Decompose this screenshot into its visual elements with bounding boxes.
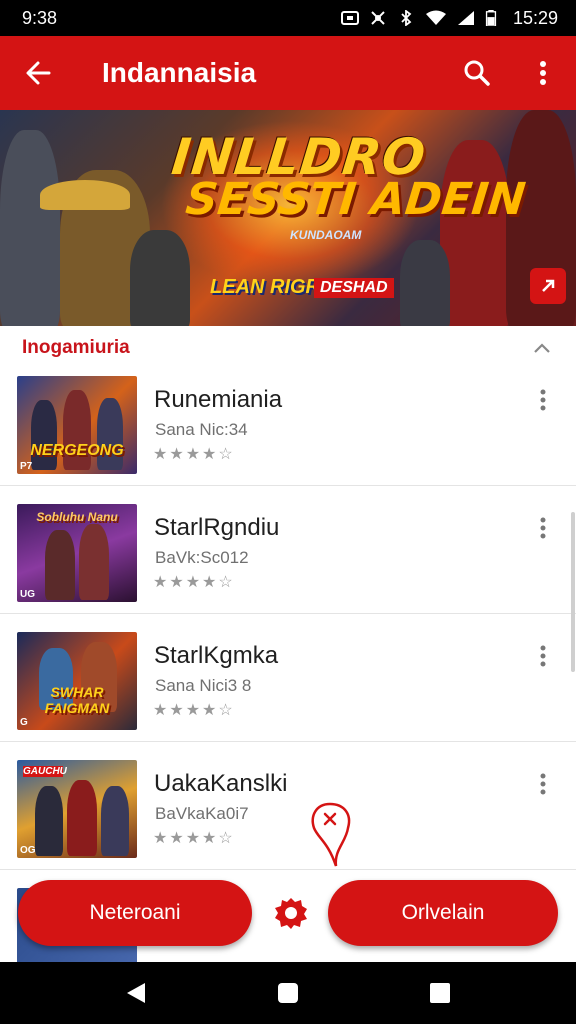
- app-bar: Indannaisia: [0, 36, 576, 110]
- game-subtitle: BaVk:Sc012: [155, 548, 249, 567]
- thumbnail-title: GAUCHU: [23, 766, 67, 777]
- status-icons: 15:29: [340, 7, 558, 29]
- game-thumbnail: NERGEONG P7: [17, 376, 137, 474]
- item-more-button[interactable]: [528, 766, 558, 802]
- game-name: UakaKanslki: [154, 770, 288, 797]
- rating-stars: ★★★★☆: [153, 574, 235, 591]
- gear-icon: [275, 898, 307, 929]
- settings-button[interactable]: [270, 892, 312, 934]
- overflow-menu-icon: [540, 517, 546, 539]
- thumbnail-corner: G: [20, 717, 28, 728]
- games-section: Inogamiuria NERGEONG P7 Runemiania Sana …: [0, 326, 576, 986]
- game-thumbnail: GAUCHU OG: [17, 760, 137, 858]
- game-subtitle: BaVkaKa0i7: [155, 804, 249, 823]
- item-more-button[interactable]: [528, 382, 558, 418]
- close-callout-icon[interactable]: [306, 800, 354, 870]
- status-bar: 9:38 15:29: [0, 0, 576, 36]
- left-action-button[interactable]: Neteroani: [18, 880, 252, 946]
- screen: 9:38 15:29 Indannaisia INLLDRO SESSTI AD…: [0, 0, 576, 1024]
- rating-stars: ★★★★☆: [153, 830, 235, 847]
- banner-hero-4: [130, 230, 190, 326]
- home-square-icon: [278, 983, 298, 1003]
- thumbnail-title: NERGEONG: [30, 442, 124, 459]
- recents-square-icon: [430, 983, 450, 1003]
- game-thumbnail: Sobluhu Nanu UG: [17, 504, 137, 602]
- signal-icon: [457, 11, 474, 25]
- thumbnail-corner: OG: [20, 845, 36, 856]
- banner-logo-line2: SESSTI ADEIN: [183, 174, 528, 225]
- item-more-button[interactable]: [528, 510, 558, 546]
- overflow-menu-icon: [540, 645, 546, 667]
- thumbnail-corner: P7: [20, 461, 33, 472]
- scrollbar[interactable]: [571, 512, 575, 672]
- page-title: Indannaisia: [102, 57, 257, 88]
- section-title: Inogamiuria: [22, 337, 130, 358]
- back-button[interactable]: [0, 36, 76, 110]
- overflow-menu-icon: [540, 389, 546, 411]
- nav-home-button[interactable]: [268, 973, 308, 1013]
- chevron-right-icon: [542, 279, 555, 292]
- bluetooth-icon: [401, 10, 412, 26]
- game-thumbnail: SWHAR FAIGMAN G: [17, 632, 137, 730]
- mute-icon: [371, 11, 385, 25]
- list-item[interactable]: NERGEONG P7 Runemiania Sana Nic:34 ★★★★☆: [0, 358, 576, 486]
- list-item[interactable]: GAUCHU OG UakaKanslki BaVkaKa0i7 ★★★★☆: [0, 742, 576, 870]
- cast-icon: [340, 11, 359, 25]
- navigation-bar: [0, 962, 576, 1024]
- chevron-up-icon: [534, 343, 550, 353]
- thumbnail-title: SWHAR FAIGMAN: [44, 684, 110, 716]
- banner-next-button[interactable]: [530, 268, 566, 304]
- game-name: StarlKgmka: [154, 642, 279, 669]
- featured-banner[interactable]: INLLDRO SESSTI ADEIN KUNDAOAM LEAN RIGRA…: [0, 110, 576, 326]
- thumbnail-title: Sobluhu Nanu: [36, 510, 118, 524]
- wifi-icon: [425, 10, 446, 25]
- banner-subtag: KUNDAOAM: [290, 228, 362, 242]
- right-action-button[interactable]: Orlvelain: [328, 880, 558, 946]
- banner-hero-3: [40, 180, 130, 210]
- overflow-menu-icon: [540, 61, 546, 85]
- banner-hero-5: [440, 140, 510, 326]
- list-item[interactable]: Sobluhu Nanu UG StarlRgndiu BaVk:Sc012 ★…: [0, 486, 576, 614]
- nav-recents-button[interactable]: [420, 973, 460, 1013]
- thumbnail-corner: UG: [20, 589, 35, 600]
- status-time-left: 9:38: [22, 7, 58, 28]
- game-subtitle: Sana Nic:34: [155, 420, 248, 439]
- item-more-button[interactable]: [528, 638, 558, 674]
- game-subtitle: Sana Nici3 8: [155, 676, 252, 695]
- overflow-menu-button[interactable]: [510, 36, 576, 110]
- game-name: StarlRgndiu: [154, 514, 280, 541]
- banner-tag-red: DESHAD: [314, 278, 394, 298]
- rating-stars: ★★★★☆: [153, 702, 235, 719]
- overflow-menu-icon: [540, 773, 546, 795]
- nav-back-button[interactable]: [116, 973, 156, 1013]
- battery-icon: [485, 10, 497, 26]
- search-icon: [464, 60, 490, 86]
- status-time-right: 15:29: [512, 7, 558, 28]
- game-name: Runemiania: [154, 386, 283, 413]
- collapse-button[interactable]: [530, 336, 554, 360]
- banner-hero-7: [400, 240, 450, 326]
- search-button[interactable]: [444, 36, 510, 110]
- list-item[interactable]: SWHAR FAIGMAN G StarlKgmka Sana Nici3 8 …: [0, 614, 576, 742]
- banner-hero-1: [0, 130, 60, 326]
- back-arrow-icon: [26, 61, 51, 85]
- back-triangle-icon: [127, 983, 145, 1003]
- rating-stars: ★★★★☆: [153, 446, 235, 463]
